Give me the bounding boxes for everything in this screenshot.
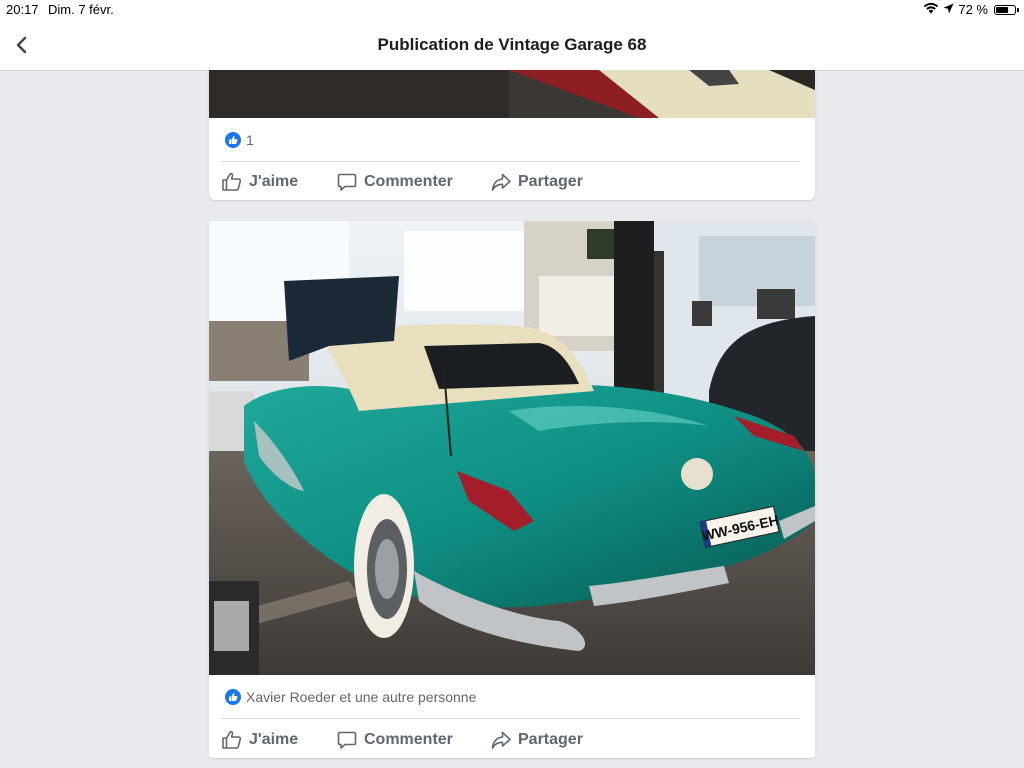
location-arrow-icon <box>943 2 954 17</box>
thumbs-up-icon <box>221 171 243 193</box>
comment-label: Commenter <box>364 731 453 748</box>
share-button[interactable]: Partager <box>490 171 583 193</box>
post-actions: J'aime Commenter Partager <box>221 729 583 751</box>
reactions-summary[interactable]: Xavier Roeder et une autre personne <box>225 689 476 705</box>
status-time: 20:17 <box>6 2 39 17</box>
share-label: Partager <box>518 173 583 190</box>
post-photo[interactable]: WW-956-EH <box>209 221 815 675</box>
wifi-icon <box>923 2 939 17</box>
battery-fill <box>996 6 1008 13</box>
battery-percent: 72 % <box>958 2 988 17</box>
post-photo[interactable] <box>209 70 815 118</box>
battery-icon <box>994 4 1019 15</box>
reactions-count: 1 <box>246 132 254 148</box>
divider <box>221 718 799 719</box>
share-label: Partager <box>518 731 583 748</box>
like-label: J'aime <box>249 731 299 748</box>
like-label: J'aime <box>249 173 299 190</box>
like-badge-icon <box>225 689 241 705</box>
reactions-summary[interactable]: 1 <box>225 132 254 148</box>
page-title: Publication de Vintage Garage 68 <box>377 35 647 54</box>
post-actions: J'aime Commenter Partager <box>221 171 583 193</box>
comment-icon <box>336 729 358 751</box>
post-card: WW-956-EH Xavier Roeder et une autre per… <box>209 221 815 758</box>
comment-button[interactable]: Commenter <box>336 729 490 751</box>
share-button[interactable]: Partager <box>490 729 583 751</box>
comment-icon <box>336 171 358 193</box>
share-arrow-icon <box>490 729 512 751</box>
thumbs-up-icon <box>221 729 243 751</box>
status-right: 72 % <box>923 2 1019 17</box>
nav-bar: Publication de Vintage Garage 68 <box>0 20 1024 71</box>
like-button[interactable]: J'aime <box>221 171 336 193</box>
comment-label: Commenter <box>364 173 453 190</box>
comment-button[interactable]: Commenter <box>336 171 490 193</box>
post-card: 1 J'aime Commenter Partager <box>209 70 815 200</box>
divider <box>221 161 799 162</box>
like-button[interactable]: J'aime <box>221 729 336 751</box>
reactions-names: Xavier Roeder et une autre personne <box>246 689 477 705</box>
share-arrow-icon <box>490 171 512 193</box>
status-date: Dim. 7 févr. <box>48 2 114 17</box>
like-badge-icon <box>225 132 241 148</box>
status-bar: 20:17 Dim. 7 févr. 72 % <box>0 0 1024 20</box>
